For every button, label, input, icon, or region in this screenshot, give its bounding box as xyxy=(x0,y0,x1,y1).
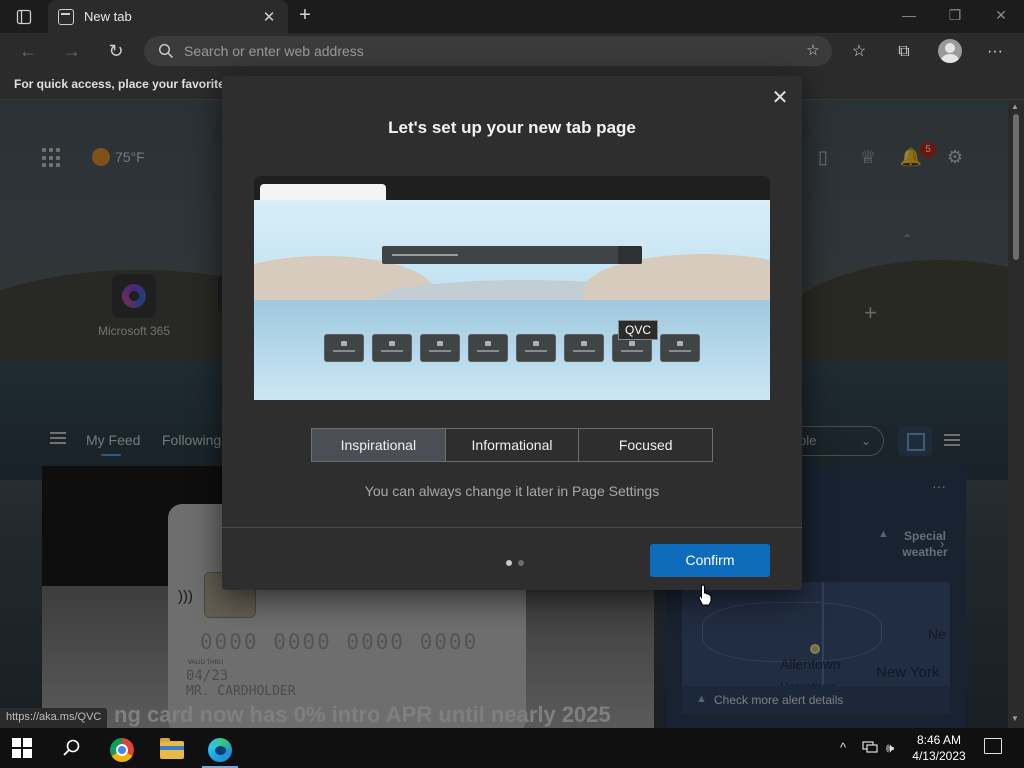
favorites-bar-hint: For quick access, place your favorites h xyxy=(14,77,224,91)
dialog-hint: You can always change it later in Page S… xyxy=(364,483,660,499)
taskbar-search-icon[interactable] xyxy=(62,738,82,758)
preview-tile xyxy=(372,334,412,362)
page-indicator xyxy=(506,560,524,566)
collections-icon[interactable]: ⧉ xyxy=(893,41,915,63)
option-inspirational[interactable]: Inspirational xyxy=(312,429,446,461)
status-url: https://aka.ms/QVC xyxy=(0,708,108,728)
tab-new-tab[interactable]: New tab ✕ xyxy=(48,0,288,33)
dialog-divider xyxy=(222,527,802,528)
new-tab-button[interactable]: + xyxy=(294,4,316,26)
scroll-down-icon[interactable]: ▼ xyxy=(1011,714,1019,723)
page-dot-active xyxy=(506,560,512,566)
action-center-icon[interactable] xyxy=(984,738,1002,754)
layout-segmented-control: Inspirational Informational Focused xyxy=(311,428,713,462)
volume-icon[interactable]: 🕪 xyxy=(886,740,894,756)
setup-dialog: ✕ Let's set up your new tab page QVC Ins… xyxy=(222,76,802,590)
file-explorer-taskbar-button[interactable] xyxy=(154,732,190,768)
dialog-close-button[interactable]: ✕ xyxy=(770,88,790,108)
scrollbar[interactable]: ▲ ▼ xyxy=(1008,100,1024,730)
confirm-button[interactable]: Confirm xyxy=(650,544,770,577)
hand-cursor-icon xyxy=(698,584,712,606)
taskbar: ^ 🕪 8:46 AM 4/13/2023 xyxy=(0,728,1024,768)
minimize-button[interactable]: — xyxy=(894,4,924,26)
chrome-taskbar-button[interactable] xyxy=(104,732,140,768)
tab-actions-icon[interactable] xyxy=(12,8,36,26)
clock-time: 8:46 AM xyxy=(916,733,962,747)
address-input[interactable] xyxy=(184,36,744,66)
profile-avatar[interactable] xyxy=(938,39,962,63)
forward-button[interactable]: → xyxy=(60,39,84,63)
add-favorite-icon[interactable]: ☆ xyxy=(804,42,822,60)
preview-tile xyxy=(660,334,700,362)
new-tab-favicon-icon xyxy=(58,8,74,25)
search-icon xyxy=(158,43,174,59)
tab-close-button[interactable]: ✕ xyxy=(260,8,278,26)
preview-tile xyxy=(420,334,460,362)
clock-date: 4/13/2023 xyxy=(912,749,966,763)
layout-preview: QVC xyxy=(254,176,770,400)
option-focused[interactable]: Focused xyxy=(579,429,713,461)
preview-scene: QVC xyxy=(254,200,770,400)
scrollbar-thumb[interactable] xyxy=(1013,114,1019,260)
close-window-button[interactable]: ✕ xyxy=(986,4,1016,26)
tab-title: New tab xyxy=(84,9,132,24)
preview-search-end xyxy=(618,246,642,264)
preview-tile xyxy=(516,334,556,362)
preview-tile xyxy=(324,334,364,362)
tray-chevron-icon[interactable]: ^ xyxy=(840,740,846,755)
more-menu-icon[interactable]: ··· xyxy=(984,41,1006,63)
preview-tile xyxy=(468,334,508,362)
browser-toolbar: ← → ↻ ☆ ☆ ⧉ ··· xyxy=(0,33,1024,69)
dialog-title: Let's set up your new tab page xyxy=(388,118,636,137)
title-bar: New tab ✕ + — ❐ ✕ xyxy=(0,0,1024,33)
option-informational[interactable]: Informational xyxy=(445,429,580,461)
windows-start-icon[interactable] xyxy=(12,738,32,758)
edge-taskbar-button[interactable] xyxy=(202,732,238,768)
taskbar-clock[interactable]: 8:46 AM 4/13/2023 xyxy=(906,732,972,764)
chrome-icon xyxy=(110,738,134,762)
restore-button[interactable]: ❐ xyxy=(940,4,970,26)
preview-tooltip: QVC xyxy=(618,320,659,340)
preview-search-bar xyxy=(382,246,642,264)
page-dot xyxy=(518,560,524,566)
edge-icon xyxy=(208,738,232,762)
folder-icon xyxy=(160,738,184,759)
back-button[interactable]: ← xyxy=(16,39,40,63)
preview-tile xyxy=(564,334,604,362)
address-bar[interactable]: ☆ xyxy=(144,36,832,66)
scroll-up-icon[interactable]: ▲ xyxy=(1011,102,1019,111)
refresh-button[interactable]: ↻ xyxy=(104,39,128,63)
network-icon[interactable] xyxy=(862,740,878,757)
favorites-icon[interactable]: ☆ xyxy=(848,41,870,63)
